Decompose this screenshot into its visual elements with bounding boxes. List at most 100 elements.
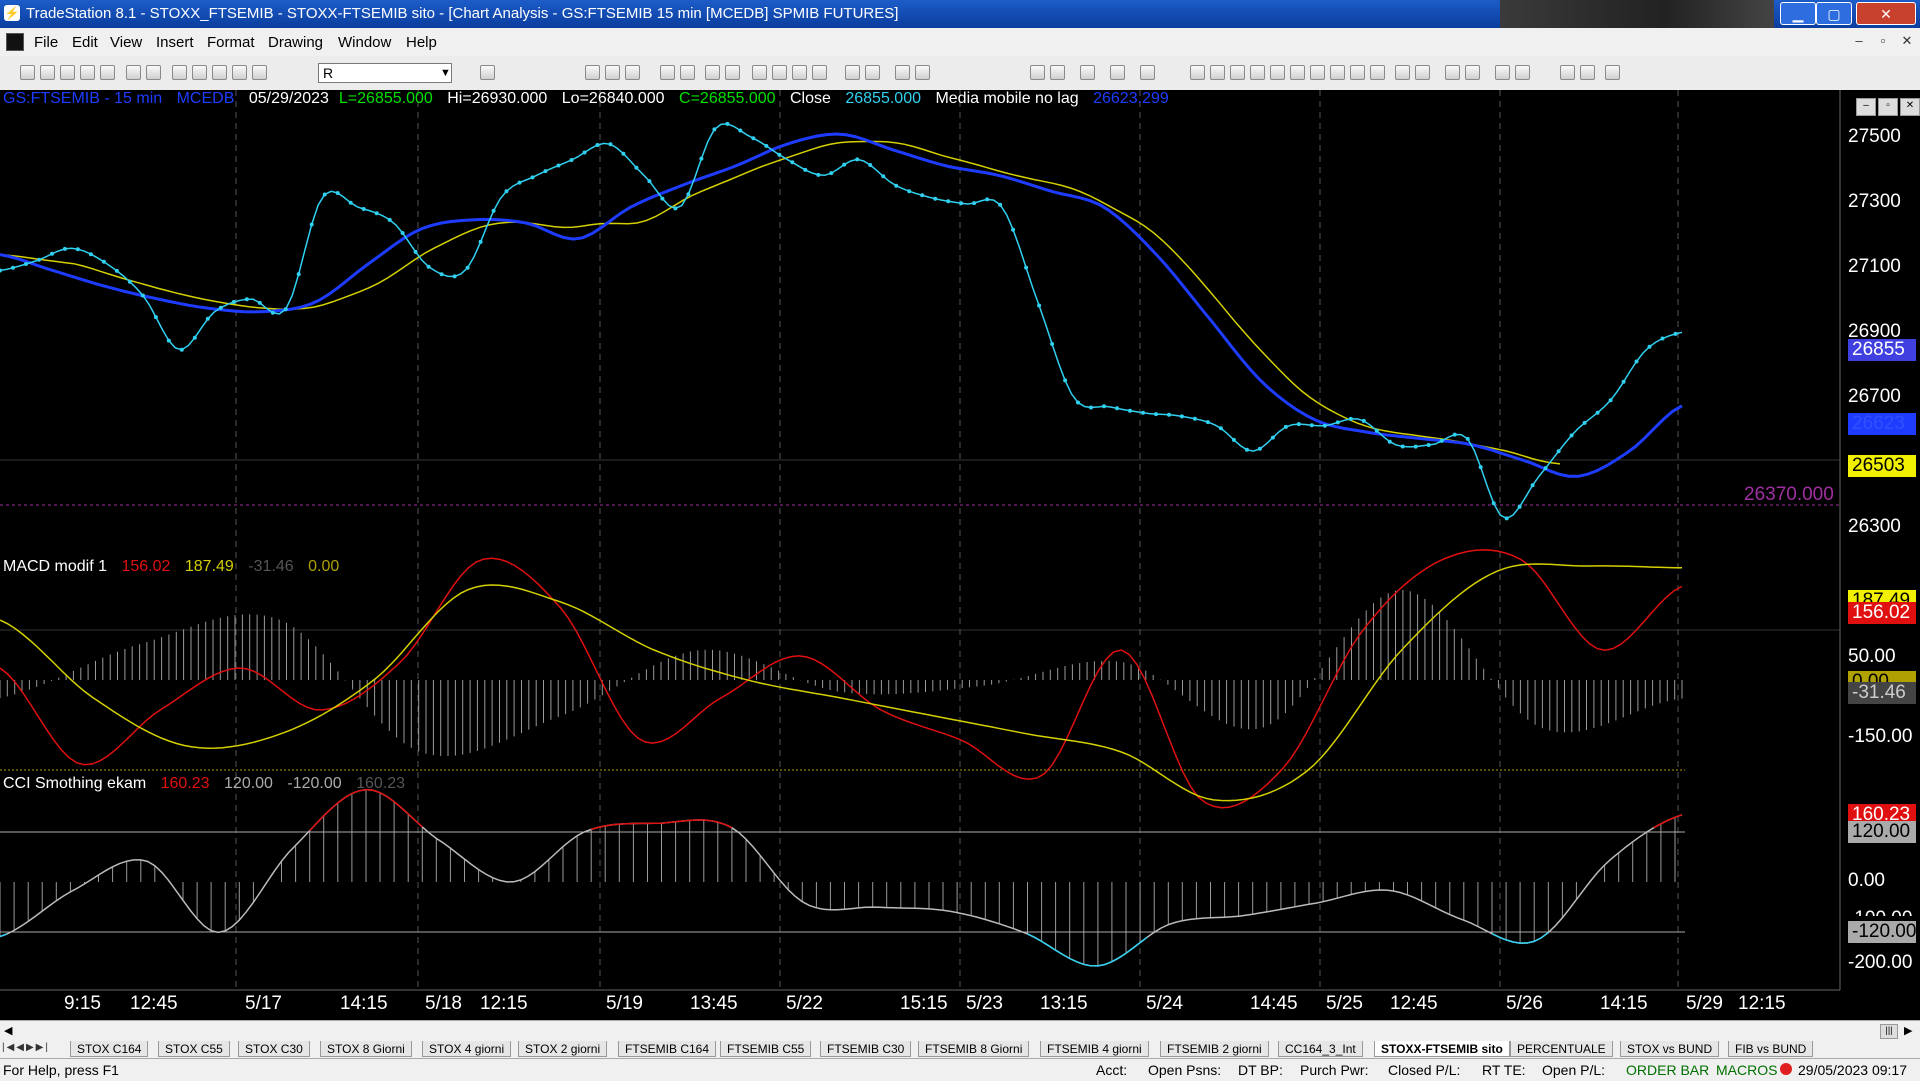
cut-icon[interactable] bbox=[232, 65, 247, 80]
arrow-down-icon[interactable] bbox=[1495, 65, 1510, 80]
chart-area[interactable]: GS:FTSEMIB - 15 min MCEDB 05/29/2023 L=26… bbox=[0, 90, 1920, 1020]
copy-icon[interactable] bbox=[80, 65, 95, 80]
menu-edit[interactable]: Edit bbox=[72, 34, 98, 51]
tab-stox-8-giorni[interactable]: STOX 8 Giorni bbox=[320, 1041, 412, 1057]
tab-ftsemib-c164[interactable]: FTSEMIB C164 bbox=[618, 1041, 717, 1057]
scroll-left-arrow-icon[interactable]: ◀ bbox=[4, 1024, 12, 1037]
refresh-icon[interactable] bbox=[172, 65, 187, 80]
trash-icon[interactable] bbox=[1140, 65, 1155, 80]
price-point bbox=[335, 191, 340, 195]
arrow-up-icon[interactable] bbox=[1515, 65, 1530, 80]
tab-ftsemib-8-giorni[interactable]: FTSEMIB 8 Giorni bbox=[918, 1041, 1030, 1057]
mdi-minimize-button[interactable]: – bbox=[1848, 33, 1870, 51]
trendline-icon[interactable] bbox=[1190, 65, 1205, 80]
tab-ftsemib-4-giorni[interactable]: FTSEMIB 4 giorni bbox=[1040, 1041, 1149, 1057]
menu-drawing[interactable]: Drawing bbox=[268, 34, 323, 51]
status-macros[interactable]: MACROS bbox=[1716, 1062, 1777, 1078]
curve-icon[interactable] bbox=[1445, 65, 1460, 80]
print-icon[interactable] bbox=[126, 65, 141, 80]
format-icon[interactable] bbox=[705, 65, 720, 80]
new-icon[interactable] bbox=[20, 65, 35, 80]
menu-help[interactable]: Help bbox=[406, 34, 437, 51]
rectangle-icon[interactable] bbox=[1580, 65, 1595, 80]
fib-icon[interactable] bbox=[1250, 65, 1265, 80]
mdi-restore-button[interactable]: ▫ bbox=[1872, 33, 1894, 51]
tab-stox-c30[interactable]: STOX C30 bbox=[238, 1041, 310, 1057]
price-point bbox=[972, 201, 977, 206]
header-hi: Hi=26930.000 bbox=[447, 90, 548, 107]
table-icon[interactable] bbox=[625, 65, 640, 80]
tab-stoxx-ftsemib-sito[interactable]: STOXX-FTSEMIB sito bbox=[1374, 1041, 1510, 1057]
tab-stox-c164[interactable]: STOX C164 bbox=[70, 1041, 149, 1057]
minimize-button[interactable]: ▁ bbox=[1780, 2, 1816, 25]
menu-window[interactable]: Window bbox=[338, 34, 391, 51]
lock-icon[interactable] bbox=[212, 65, 227, 80]
regression-icon[interactable] bbox=[1415, 65, 1430, 80]
chevron-down-icon[interactable]: ▼ bbox=[440, 63, 451, 83]
save-icon[interactable] bbox=[60, 65, 75, 80]
panel-restore-button[interactable]: ▫ bbox=[1878, 98, 1898, 116]
tab-ftsemib-2-giorni[interactable]: FTSEMIB 2 giorni bbox=[1160, 1041, 1269, 1057]
channel-icon[interactable] bbox=[1330, 65, 1345, 80]
ellipse-icon[interactable] bbox=[1560, 65, 1575, 80]
menu-file[interactable]: File bbox=[34, 34, 58, 51]
tab-stox-c55[interactable]: STOX C55 bbox=[158, 1041, 230, 1057]
print-preview-icon[interactable] bbox=[146, 65, 161, 80]
horizontal-scrollbar[interactable]: ◀ ||| ▶ bbox=[0, 1020, 1920, 1041]
tab-stox-4-giorni[interactable]: STOX 4 giorni bbox=[422, 1041, 512, 1057]
panel-min-button[interactable]: – bbox=[1856, 98, 1876, 116]
point-chart-icon[interactable] bbox=[812, 65, 827, 80]
text-icon[interactable] bbox=[1605, 65, 1620, 80]
scroll-right-arrow-icon[interactable]: ▶ bbox=[1904, 1024, 1912, 1037]
ray-icon[interactable] bbox=[1395, 65, 1410, 80]
speed-line-icon[interactable] bbox=[1290, 65, 1305, 80]
tab-stox-vs-bund[interactable]: STOX vs BUND bbox=[1620, 1041, 1720, 1057]
menu-format[interactable]: Format bbox=[207, 34, 255, 51]
symbol-input[interactable]: R bbox=[318, 63, 452, 83]
chart-icon[interactable] bbox=[252, 65, 267, 80]
pitchfork-icon[interactable] bbox=[1350, 65, 1365, 80]
alert-icon[interactable] bbox=[1110, 65, 1125, 80]
panel-close-button[interactable]: ✕ bbox=[1900, 98, 1920, 116]
vertical-lines-icon[interactable] bbox=[1210, 65, 1225, 80]
horizontal-lines-icon[interactable] bbox=[1230, 65, 1245, 80]
strategy-icon[interactable] bbox=[680, 65, 695, 80]
tab-cc164-3-int[interactable]: CC164_3_Int bbox=[1278, 1041, 1363, 1057]
scroll-left-icon[interactable] bbox=[845, 65, 860, 80]
menu-view[interactable]: View bbox=[110, 34, 142, 51]
scroll-thumb[interactable]: ||| bbox=[1880, 1024, 1898, 1039]
window-icon[interactable] bbox=[192, 65, 207, 80]
gann-icon[interactable] bbox=[1370, 65, 1385, 80]
zoom-out-icon[interactable] bbox=[915, 65, 930, 80]
grid-icon[interactable] bbox=[585, 65, 600, 80]
tab-ftsemib-c55[interactable]: FTSEMIB C55 bbox=[720, 1041, 812, 1057]
line-chart-icon[interactable] bbox=[792, 65, 807, 80]
close-button[interactable]: ✕ bbox=[1856, 2, 1916, 25]
open-icon[interactable] bbox=[40, 65, 55, 80]
format-window-icon[interactable] bbox=[725, 65, 740, 80]
time-label: 12:45 bbox=[1390, 993, 1438, 1014]
list-icon[interactable] bbox=[605, 65, 620, 80]
mdi-close-button[interactable]: ✕ bbox=[1896, 33, 1918, 51]
andrews-icon[interactable] bbox=[1310, 65, 1325, 80]
tab-ftsemib-c30[interactable]: FTSEMIB C30 bbox=[820, 1041, 912, 1057]
indicator-icon[interactable] bbox=[660, 65, 675, 80]
tab-percentuale[interactable]: PERCENTUALE bbox=[1510, 1041, 1613, 1057]
freehand-icon[interactable] bbox=[1465, 65, 1480, 80]
tools-icon[interactable] bbox=[1080, 65, 1095, 80]
maximize-button[interactable]: ▢ bbox=[1816, 2, 1852, 25]
scroll-right-icon[interactable] bbox=[865, 65, 880, 80]
candle-icon[interactable] bbox=[752, 65, 767, 80]
arc-icon[interactable] bbox=[1270, 65, 1285, 80]
pointer-icon[interactable] bbox=[1030, 65, 1045, 80]
status-order-bar[interactable]: ORDER BAR bbox=[1626, 1062, 1709, 1078]
tab-stox-2-giorni[interactable]: STOX 2 giorni bbox=[518, 1041, 608, 1057]
zoom-in-icon[interactable] bbox=[895, 65, 910, 80]
menu-insert[interactable]: Insert bbox=[156, 34, 194, 51]
tab-fib-vs-bund[interactable]: FIB vs BUND bbox=[1728, 1041, 1814, 1057]
cross-icon[interactable] bbox=[1050, 65, 1065, 80]
folder-icon[interactable] bbox=[100, 65, 115, 80]
bar-chart-icon[interactable] bbox=[772, 65, 787, 80]
tab-nav-icon[interactable]: |◀◀▶▶| bbox=[2, 1042, 50, 1053]
find-icon[interactable] bbox=[480, 65, 495, 80]
